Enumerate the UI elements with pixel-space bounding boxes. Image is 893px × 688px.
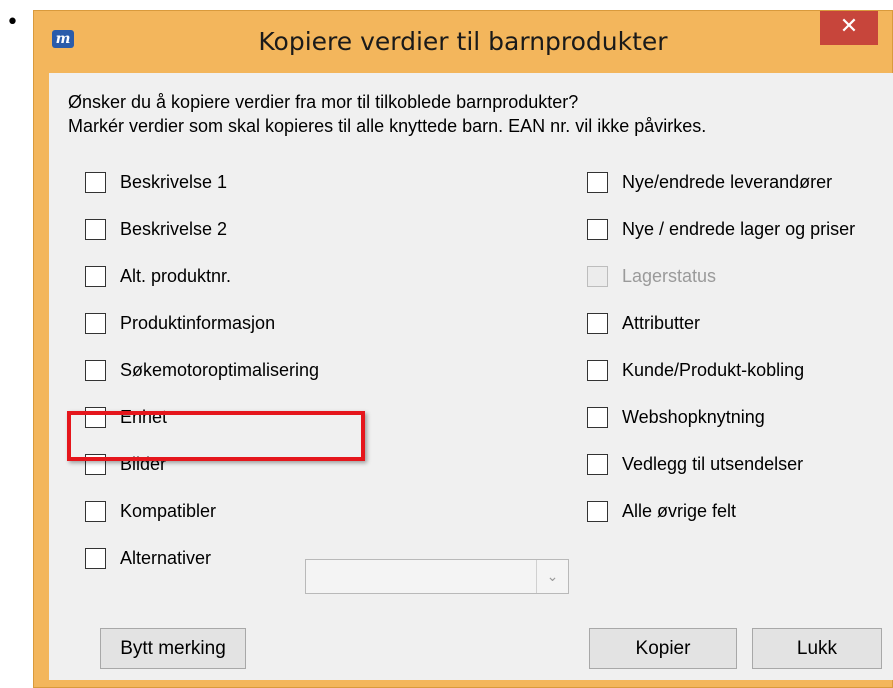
checkbox-label: Beskrivelse 1 — [120, 171, 228, 192]
option-beskrivelse-2[interactable]: Beskrivelse 2 — [85, 215, 227, 243]
checkbox[interactable] — [85, 265, 106, 287]
checkbox[interactable] — [587, 218, 608, 240]
checkbox[interactable] — [587, 312, 608, 334]
checkbox-label: Produktinformasjon — [120, 312, 276, 333]
list-bullet: • — [6, 10, 19, 35]
option-nye-endrede-leverand-rer[interactable]: Nye/endrede leverandører — [587, 168, 832, 196]
checkbox-label: Kompatibler — [120, 500, 217, 521]
option-kunde-produkt-kobling[interactable]: Kunde/Produkt-kobling — [587, 356, 804, 384]
checkbox[interactable] — [587, 171, 608, 193]
copy-button[interactable]: Kopier — [589, 628, 737, 669]
option-alternativer[interactable]: Alternativer — [85, 544, 211, 572]
checkbox[interactable] — [85, 171, 106, 193]
checkbox[interactable] — [587, 406, 608, 428]
intro-line-2: Markér verdier som skal kopieres til all… — [68, 116, 707, 136]
option-produktinformasjon[interactable]: Produktinformasjon — [85, 309, 275, 337]
checkbox[interactable] — [85, 500, 106, 522]
dialog-body: Ønsker du å kopiere verdier fra mor til … — [49, 73, 893, 680]
option-attributter[interactable]: Attributter — [587, 309, 700, 337]
dialog-window: m Kopiere verdier til barnprodukter ✕ Øn… — [33, 10, 893, 688]
checkbox-label: Nye / endrede lager og priser — [622, 218, 856, 239]
option-lagerstatus: Lagerstatus — [587, 262, 716, 290]
checkbox[interactable] — [587, 500, 608, 522]
option-kompatibler[interactable]: Kompatibler — [85, 497, 216, 525]
checkbox[interactable] — [587, 453, 608, 475]
checkbox[interactable] — [85, 547, 106, 569]
checkbox-label: Lagerstatus — [622, 265, 717, 286]
checkbox-label: Søkemotoroptimalisering — [120, 359, 320, 380]
checkbox-label: Beskrivelse 2 — [120, 218, 228, 239]
checkbox — [587, 265, 608, 287]
intro-line-1: Ønsker du å kopiere verdier fra mor til … — [68, 92, 579, 112]
checkbox-label: Kunde/Produkt-kobling — [622, 359, 805, 380]
checkbox[interactable] — [85, 218, 106, 240]
highlight-box — [67, 411, 365, 461]
checkbox-label: Vedlegg til utsendelser — [622, 453, 804, 474]
close-button[interactable]: Lukk — [752, 628, 882, 669]
checkbox-label: Alle øvrige felt — [622, 500, 737, 521]
toggle-selection-button[interactable]: Bytt merking — [100, 628, 246, 669]
chevron-down-icon[interactable]: ⌄ — [536, 560, 568, 593]
option-webshopknytning[interactable]: Webshopknytning — [587, 403, 765, 431]
option-alle-vrige-felt[interactable]: Alle øvrige felt — [587, 497, 736, 525]
checkbox-label: Alternativer — [120, 547, 212, 568]
checkbox-label: Webshopknytning — [622, 406, 765, 427]
checkbox[interactable] — [85, 359, 106, 381]
title-bar[interactable]: m Kopiere verdier til barnprodukter ✕ — [34, 11, 892, 71]
alternatives-select[interactable]: ⌄ — [305, 559, 569, 594]
close-icon[interactable]: ✕ — [820, 11, 878, 45]
checkbox-label: Alt. produktnr. — [120, 265, 232, 286]
option-beskrivelse-1[interactable]: Beskrivelse 1 — [85, 168, 227, 196]
checkbox-label: Nye/endrede leverandører — [622, 171, 833, 192]
dialog-title: Kopiere verdier til barnprodukter — [258, 27, 668, 56]
checkbox[interactable] — [85, 312, 106, 334]
intro-text: Ønsker du å kopiere verdier fra mor til … — [68, 90, 706, 138]
option-alt-produktnr[interactable]: Alt. produktnr. — [85, 262, 231, 290]
option-nye-endrede-lager-og-priser[interactable]: Nye / endrede lager og priser — [587, 215, 855, 243]
checkbox-label: Attributter — [622, 312, 701, 333]
option-vedlegg-til-utsendelser[interactable]: Vedlegg til utsendelser — [587, 450, 803, 478]
option-s-kemotoroptimalisering[interactable]: Søkemotoroptimalisering — [85, 356, 319, 384]
checkbox[interactable] — [587, 359, 608, 381]
